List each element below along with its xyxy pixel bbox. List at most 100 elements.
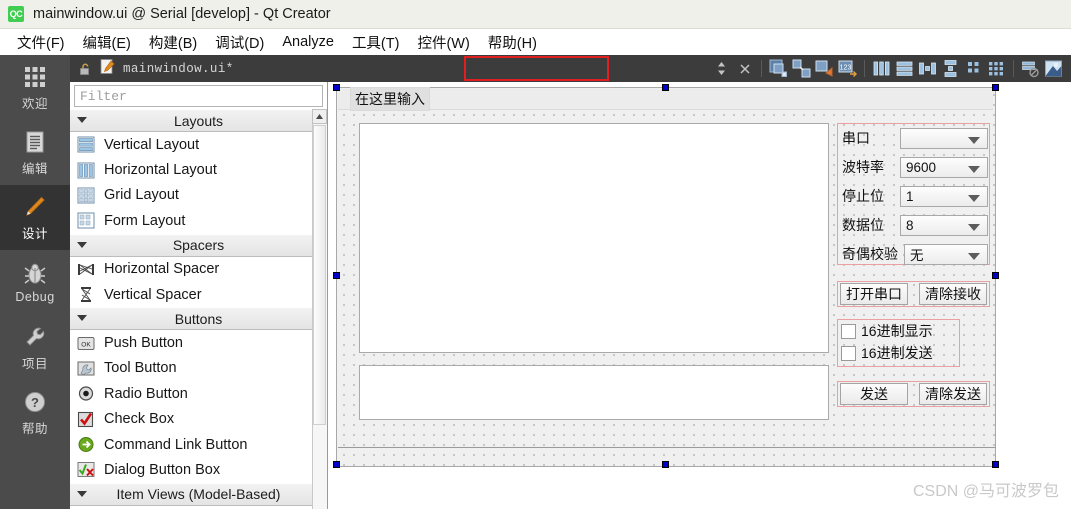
combo-parity[interactable]: 无 xyxy=(904,243,988,265)
menu-widgets[interactable]: 控件(W) xyxy=(408,30,478,55)
push-button-icon: OK xyxy=(75,334,97,353)
break-layout-icon[interactable] xyxy=(1019,57,1042,80)
field-label-baudrate: 波特率 xyxy=(842,159,884,175)
widget-list: Layouts Vertical Layout Horizontal Layou… xyxy=(70,109,327,509)
widget-item-push-button[interactable]: OK Push Button xyxy=(70,330,327,355)
form-preview-window[interactable]: 在这里输入 串口 波特率 9600 停止位 1 数据位 8 奇偶校验 无 打开串… xyxy=(336,87,996,467)
clear-receive-button[interactable]: 清除接收 xyxy=(919,283,987,305)
field-row-baudrate: 波特率 9600 xyxy=(842,156,988,178)
hex-display-checkbox[interactable] xyxy=(841,323,856,339)
hex-display-checkbox-row[interactable]: 16进制显示 xyxy=(838,320,959,342)
form-layout-icon xyxy=(75,211,97,230)
resize-handle-top-right[interactable] xyxy=(992,84,999,91)
mode-projects[interactable]: 项目 xyxy=(0,315,70,380)
widget-item-check-box[interactable]: Check Box xyxy=(70,407,327,432)
adjust-size-icon[interactable] xyxy=(1042,57,1065,80)
menu-debug[interactable]: 调试(D) xyxy=(206,30,273,55)
menu-tools[interactable]: 工具(T) xyxy=(343,30,409,55)
widget-item-label: Vertical Spacer xyxy=(104,286,202,303)
menu-file[interactable]: 文件(F) xyxy=(8,30,74,55)
widget-item-label: Horizontal Layout xyxy=(104,162,217,179)
edit-signals-slots-icon[interactable] xyxy=(790,57,813,80)
widget-category-item-views[interactable]: Item Views (Model-Based) xyxy=(70,482,327,506)
widget-item-vertical-layout[interactable]: Vertical Layout xyxy=(70,132,327,157)
edit-widgets-icon[interactable] xyxy=(767,57,790,80)
widget-item-horizontal-layout[interactable]: Horizontal Layout xyxy=(70,157,327,182)
widget-item-label: Command Link Button xyxy=(104,436,248,453)
widget-item-form-layout[interactable]: Form Layout xyxy=(70,208,327,233)
field-row-databits: 数据位 8 xyxy=(842,214,988,236)
layout-horizontally-icon[interactable] xyxy=(870,57,893,80)
widget-item-command-link-button[interactable]: Command Link Button xyxy=(70,432,327,457)
hex-options-group: 16进制显示 16进制发送 xyxy=(837,319,960,367)
widget-item-tool-button[interactable]: Tool Button xyxy=(70,356,327,381)
resize-handle-middle-right[interactable] xyxy=(992,272,999,279)
combo-databits[interactable]: 8 xyxy=(900,214,988,236)
resize-handle-bottom-right[interactable] xyxy=(992,461,999,468)
clear-send-button[interactable]: 清除发送 xyxy=(919,383,987,405)
layout-splitter-horizontal-icon[interactable] xyxy=(916,57,939,80)
file-indicator[interactable]: mainwindow.ui* xyxy=(99,58,234,80)
svg-text:?: ? xyxy=(31,395,39,410)
menu-edit[interactable]: 编辑(E) xyxy=(74,30,140,55)
widget-item-radio-button[interactable]: Radio Button xyxy=(70,381,327,406)
widget-item-grid-layout[interactable]: Grid Layout xyxy=(70,183,327,208)
chevron-down-icon xyxy=(968,165,980,173)
widget-category-buttons[interactable]: Buttons xyxy=(70,307,327,331)
hex-send-checkbox[interactable] xyxy=(841,345,856,361)
open-port-button[interactable]: 打开串口 xyxy=(840,283,908,305)
resize-handle-top-center[interactable] xyxy=(662,84,669,91)
edit-tab-order-icon[interactable]: 123 xyxy=(836,57,859,80)
combo-stopbits[interactable]: 1 xyxy=(900,185,988,207)
menu-bar: 文件(F) 编辑(E) 构建(B) 调试(D) Analyze 工具(T) 控件… xyxy=(0,29,1071,55)
close-x-icon[interactable] xyxy=(733,57,756,80)
form-menubar[interactable]: 在这里输入 xyxy=(338,87,993,111)
mode-debug[interactable]: Debug xyxy=(0,250,70,315)
mode-edit[interactable]: 编辑 xyxy=(0,120,70,185)
menu-analyze[interactable]: Analyze xyxy=(273,32,343,52)
send-button[interactable]: 发送 xyxy=(840,383,908,405)
receive-textedit[interactable] xyxy=(359,123,829,353)
widget-item-horizontal-spacer[interactable]: Horizontal Spacer xyxy=(70,257,327,282)
updown-spinner-icon[interactable] xyxy=(710,57,733,80)
chevron-down-icon xyxy=(968,223,980,231)
hex-send-checkbox-row[interactable]: 16进制发送 xyxy=(838,342,959,364)
unlock-icon[interactable] xyxy=(75,62,95,76)
layout-splitter-vertical-icon[interactable] xyxy=(939,57,962,80)
mode-help[interactable]: ? 帮助 xyxy=(0,380,70,445)
send-textedit[interactable] xyxy=(359,365,829,420)
bug-icon xyxy=(22,261,48,287)
menu-build[interactable]: 构建(B) xyxy=(140,30,206,55)
widget-item-label: Grid Layout xyxy=(104,187,179,204)
mode-welcome[interactable]: 欢迎 xyxy=(0,55,70,120)
layout-vertically-icon[interactable] xyxy=(893,57,916,80)
widget-item-vertical-spacer[interactable]: Vertical Spacer xyxy=(70,282,327,307)
csdn-watermark: CSDN @马可波罗包 xyxy=(912,483,1059,500)
scroll-up-arrow-icon[interactable] xyxy=(312,109,327,124)
bottom-button-row: 发送 清除发送 xyxy=(837,381,990,407)
widget-category-layouts[interactable]: Layouts xyxy=(70,109,327,132)
form-statusbar xyxy=(338,447,996,448)
resize-handle-middle-left[interactable] xyxy=(333,272,340,279)
field-label-parity: 奇偶校验 xyxy=(842,246,898,262)
resize-handle-bottom-center[interactable] xyxy=(662,461,669,468)
combo-port[interactable] xyxy=(900,127,988,149)
hex-send-label: 16进制发送 xyxy=(861,345,933,361)
layout-form-icon[interactable] xyxy=(962,57,985,80)
resize-handle-top-left[interactable] xyxy=(333,84,340,91)
mode-design[interactable]: 设计 xyxy=(0,185,70,250)
menu-help[interactable]: 帮助(H) xyxy=(479,30,546,55)
menubar-type-here-label[interactable]: 在这里输入 xyxy=(350,87,430,111)
grid-layout-icon xyxy=(75,186,97,205)
qt-creator-window: QC mainwindow.ui @ Serial [develop] - Qt… xyxy=(0,0,1071,509)
widget-item-dialog-button-box[interactable]: Dialog Button Box xyxy=(70,457,327,482)
combo-databits-value: 8 xyxy=(906,217,914,233)
radio-button-icon xyxy=(75,384,97,403)
widget-filter-input[interactable]: Filter xyxy=(74,85,323,107)
scrollbar-thumb[interactable] xyxy=(313,125,326,425)
edit-buddies-icon[interactable] xyxy=(813,57,836,80)
resize-handle-bottom-left[interactable] xyxy=(333,461,340,468)
combo-baudrate[interactable]: 9600 xyxy=(900,156,988,178)
layout-grid-icon[interactable] xyxy=(985,57,1008,80)
widget-category-spacers[interactable]: Spacers xyxy=(70,233,327,257)
